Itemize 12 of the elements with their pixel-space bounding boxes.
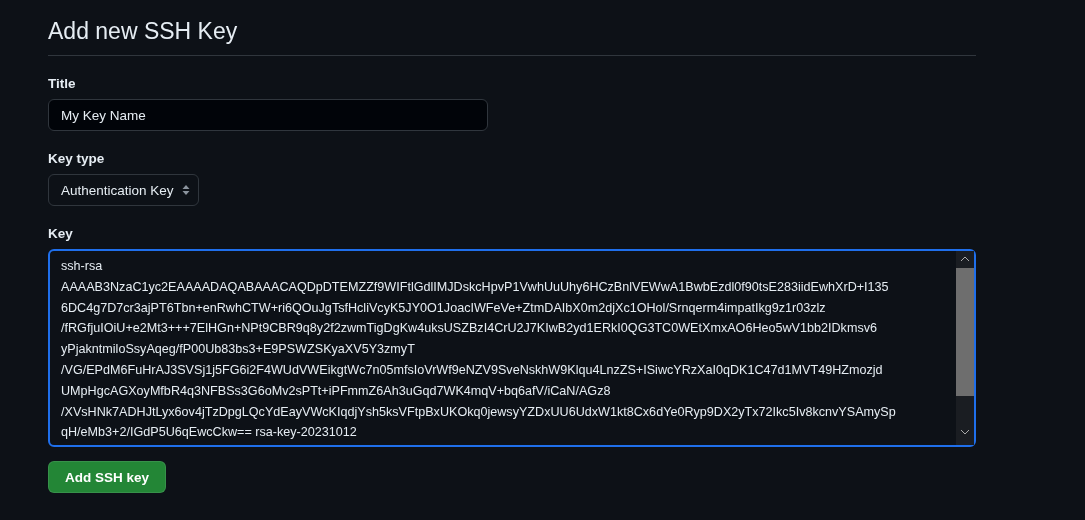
scroll-up-icon[interactable] [960,256,970,262]
field-label: Key type [48,151,106,166]
field-label: Title [48,76,77,91]
add-ssh-key-button[interactable]: Add SSH key [48,461,167,493]
scroll-down-icon[interactable] [960,429,970,435]
title-field[interactable]: My Key Name [48,99,488,131]
key-textarea[interactable]: ssh-rsa AAAAB3NzaC1yc2EAAAADAQABAAACAQDpDTEMZZf9WIFtlGdlIMJDskcHpvP1VwhUuUhy6HCzBnlVEWwA1BwbEzdl0f90tsE283iidEwhXrD+I135 6DC4g7D7cr3ajPT6Tbn+enRwhCTW+ri6QOuJgTsfHcliVcyK5JY0O1JoacIWFeVe+ZtmDAIbX0m2djXc1OHol/Srnqerm4impatIkg9z1r03zlz /fRGfjuIOiU+e2Mt3+++7ElHGn+NPt9CBR9q8y2f2zwmTigDgKw4uksUSZBzI4CrU2J7KIwB2yd1ERkI0QG3TC0WEtXmxAO6Heo5wV1bb2IDkmsv6 yPjakntmiloSsyAqeg/fP00Ub83bs3+E9PSWZSKyaXV5Y3zmyT /VG/EPdM6FuHrAJ3SVSj1j5FG6i2F4WUdVWEikgtWc7n05mfsIoVrWf9eNZV9SveNskhW9Klqu4LnzZS+ISiwcYRzXaI0qDK1C47d1MVT49HZmozjd UMpHgcAGXoyMfbR4q3NFBSs3G6oMv2sPTt+iPFmmZ6Ah3uGqd7WK4mqV+bq6afV/iCaN/AGz8 /XVsHNk7ADHJtLyx6ov4jTzDpgLQcYdEayVWcKIqdjYsh5ksVFtpBxUKOkq0jewsyYZDxUU6UdxW1kt8Cx6dYe0Ryp9DX2yTx72Ikc5Iv8kcnvYSAmySp qH/eMb3+2/IGdP5U6qEwcCkw== rsa-key-20231012 [48,249,976,447]
key-type-select[interactable]: Authentication Key [48,174,199,206]
field-label: Key [48,226,74,241]
scrollbar[interactable] [956,251,974,445]
sort-caret-icon [181,184,190,196]
page-heading: Add new SSH Key [48,18,976,56]
